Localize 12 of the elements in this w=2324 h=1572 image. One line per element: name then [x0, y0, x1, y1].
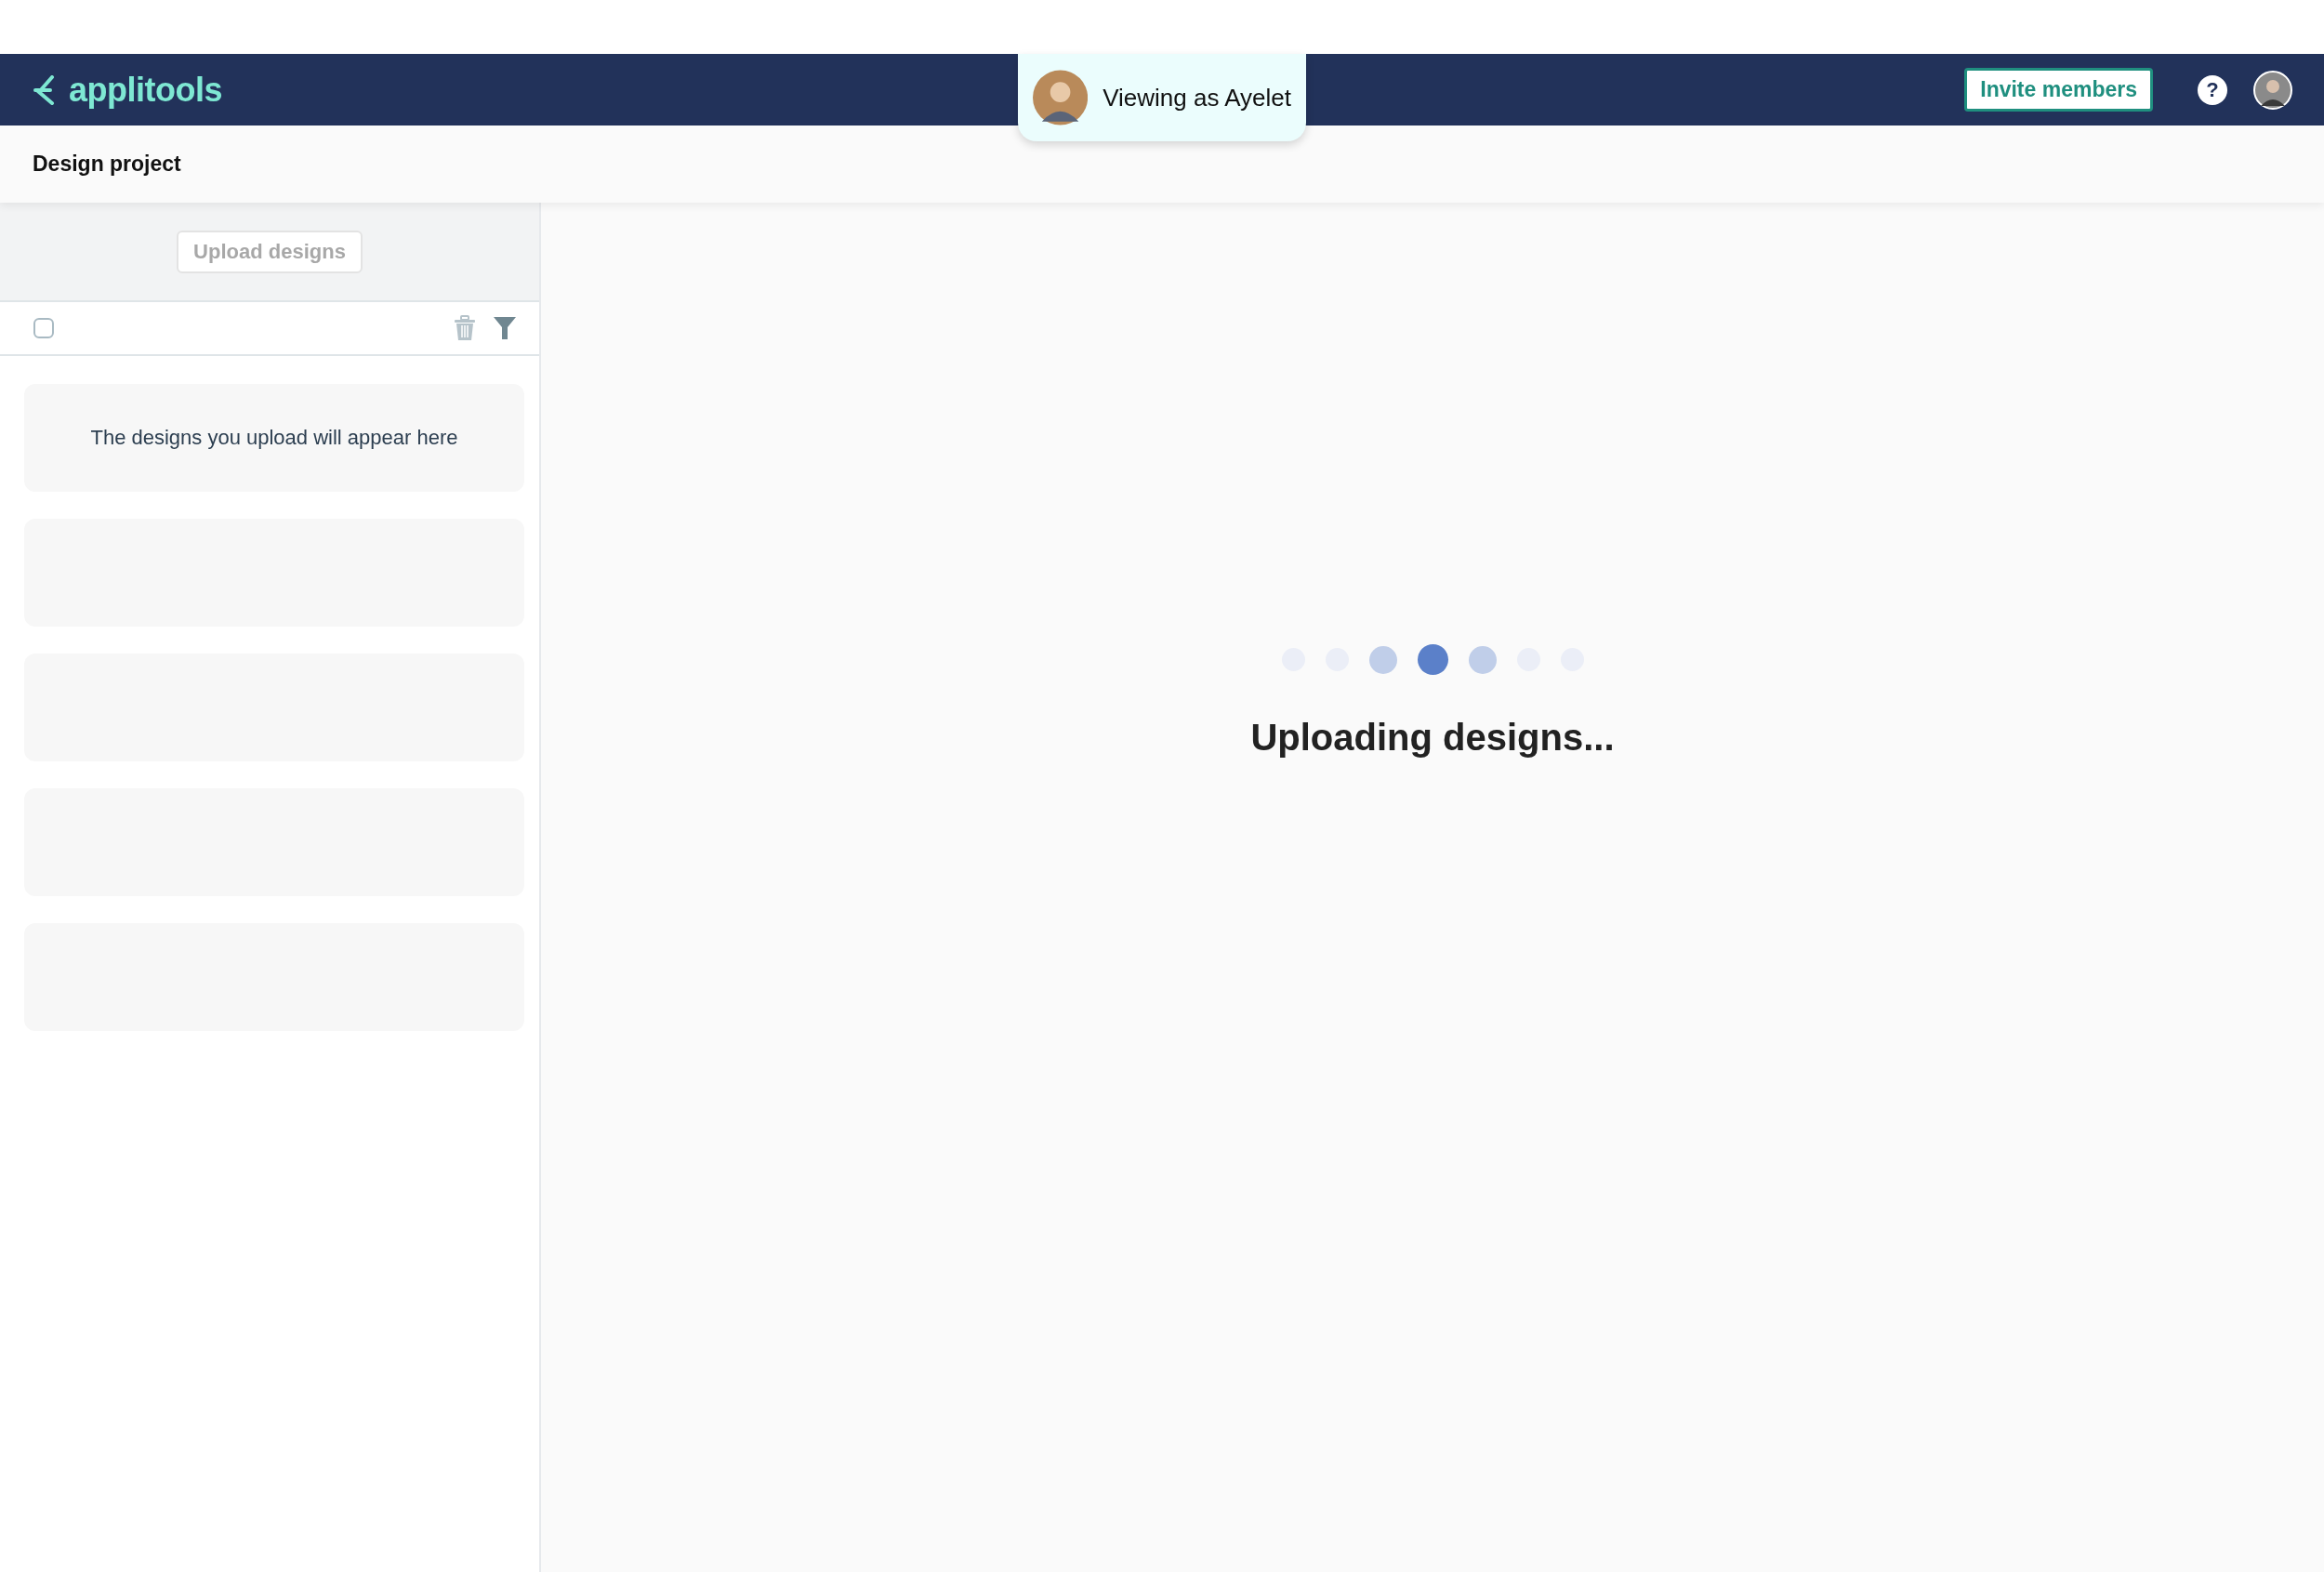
- help-button[interactable]: ?: [2198, 74, 2227, 105]
- page-title: Design project: [33, 152, 181, 177]
- loading-message: Uploading designs...: [1250, 717, 1615, 759]
- empty-state-message: The designs you upload will appear here: [90, 426, 458, 450]
- user-avatar-icon[interactable]: [2253, 70, 2292, 110]
- logo-icon: [32, 74, 56, 105]
- avatar-icon: [1033, 70, 1089, 125]
- viewing-as-badge: Viewing as Ayelet: [1018, 54, 1306, 141]
- select-all-checkbox[interactable]: [33, 318, 54, 338]
- logo-wordmark: applitools: [69, 70, 222, 110]
- filter-icon[interactable]: [493, 316, 517, 340]
- invite-members-button[interactable]: Invite members: [1964, 68, 2153, 112]
